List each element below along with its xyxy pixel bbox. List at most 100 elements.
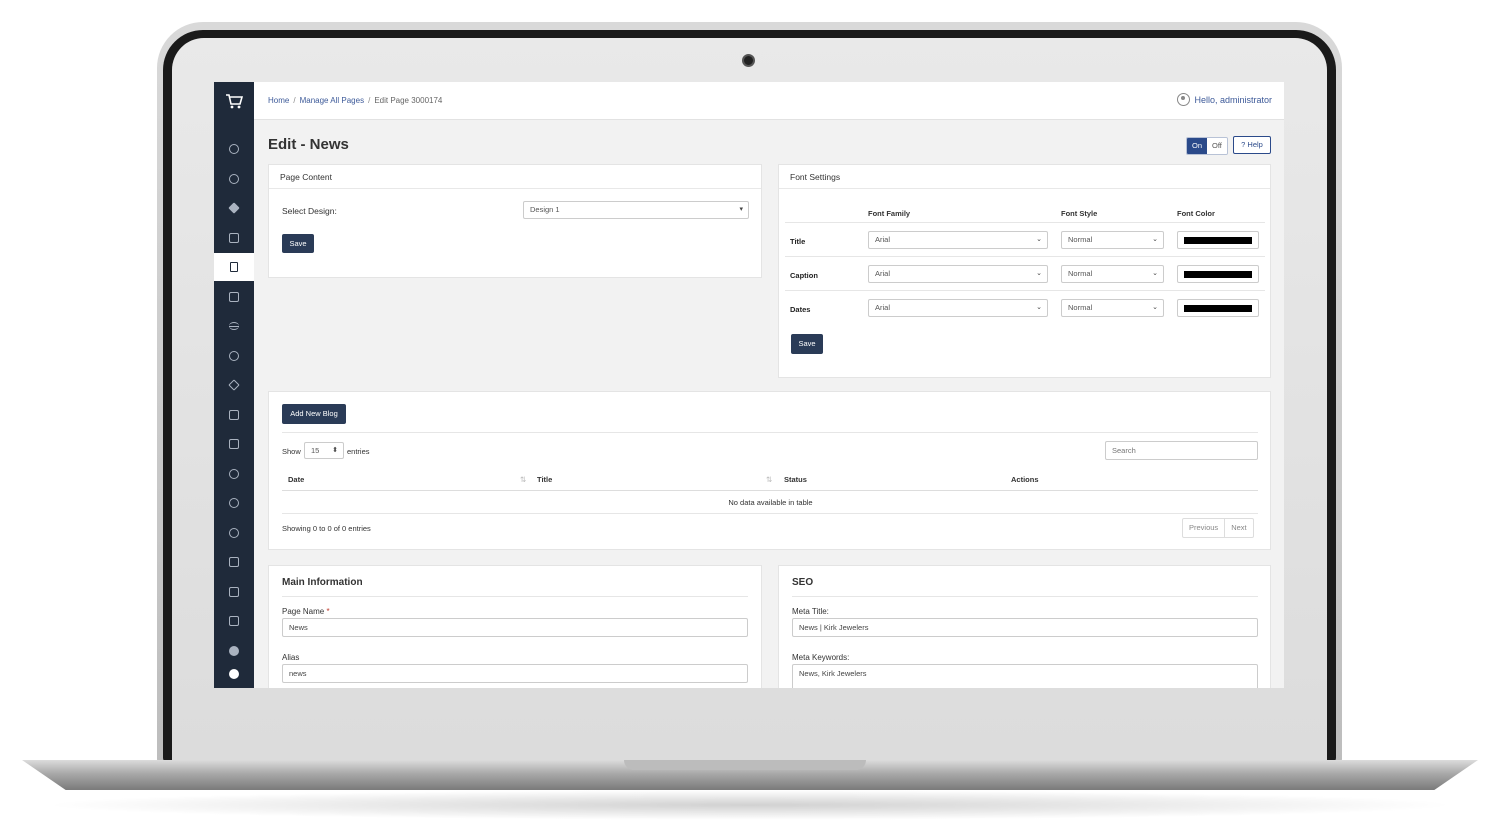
font-style-column: Font Style	[1061, 209, 1098, 218]
sidebar-item-blog[interactable]	[214, 401, 254, 429]
sidebar-item-jewelry[interactable]	[214, 371, 254, 399]
sidebar-item-design[interactable]	[214, 224, 254, 252]
top-bar: Home / Manage All Pages / Edit Page 3000174 …	[254, 82, 1284, 120]
status-toggle[interactable]: On Off	[1186, 137, 1228, 155]
status-column-header[interactable]: Status	[784, 475, 807, 484]
divider	[282, 432, 1258, 433]
caption-font-color-picker[interactable]	[1177, 265, 1259, 283]
page-name-input[interactable]: News	[282, 618, 748, 637]
meta-keywords-label: Meta Keywords:	[792, 653, 850, 662]
font-settings-card: Font Settings Font Family Font Style Fon…	[778, 164, 1271, 378]
font-row-caption-label: Caption	[790, 271, 818, 280]
divider	[282, 513, 1258, 514]
sidebar-item-products[interactable]	[214, 135, 254, 163]
breadcrumb-manage-pages[interactable]: Manage All Pages	[300, 96, 365, 105]
previous-page-button[interactable]: Previous	[1183, 519, 1224, 537]
sidebar-item-layers[interactable]	[214, 194, 254, 222]
entries-select[interactable]: 15 ⬍	[304, 442, 344, 459]
dates-font-style-select[interactable]: Normal ⌄	[1061, 299, 1164, 317]
font-row-title-label: Title	[790, 237, 806, 246]
table-info: Showing 0 to 0 of 0 entries	[282, 524, 371, 533]
updown-icon: ⬍	[332, 447, 338, 454]
user-icon	[229, 528, 239, 538]
caption-font-style-select[interactable]: Normal ⌄	[1061, 265, 1164, 283]
screen: Home / Manage All Pages / Edit Page 3000174 …	[214, 82, 1284, 688]
date-column-header[interactable]: Date	[288, 475, 304, 484]
dates-font-color-picker[interactable]	[1177, 299, 1259, 317]
divider	[785, 222, 1265, 223]
location-pin-icon	[229, 351, 239, 361]
sidebar-item-menu[interactable]	[214, 312, 254, 340]
sidebar-item-marketing[interactable]	[214, 430, 254, 458]
help-button[interactable]: ? Help	[1233, 136, 1271, 154]
color-swatch	[1184, 305, 1252, 312]
actions-column-header: Actions	[1011, 475, 1039, 484]
meta-keywords-textarea[interactable]: News, Kirk Jewelers	[792, 664, 1258, 688]
sidebar-item-store[interactable]	[214, 578, 254, 606]
sidebar-item-pages[interactable]	[214, 253, 254, 281]
chevron-down-icon: ⌄	[1036, 270, 1042, 277]
dates-font-family-select[interactable]: Arial ⌄	[868, 299, 1048, 317]
add-new-blog-button[interactable]: Add New Blog	[282, 404, 346, 424]
user-menu[interactable]: Hello, administrator	[1177, 93, 1272, 106]
sidebar-item-help[interactable]	[214, 489, 254, 517]
caption-font-style-value: Normal	[1068, 269, 1093, 278]
cart-logo-icon[interactable]	[214, 82, 254, 120]
font-settings-save-button[interactable]: Save	[791, 334, 823, 354]
laptop-notch	[624, 760, 866, 770]
page-name-label: Page Name *	[282, 607, 330, 616]
seo-card: SEO Meta Title: News | Kirk Jewelers Met…	[778, 565, 1271, 688]
page-icon	[230, 262, 238, 272]
blog-search-input[interactable]	[1105, 441, 1258, 460]
toggle-off[interactable]: Off	[1207, 138, 1227, 154]
color-swatch	[1184, 237, 1252, 244]
toggle-on[interactable]: On	[1187, 138, 1208, 154]
meta-title-input[interactable]: News | Kirk Jewelers	[792, 618, 1258, 637]
title-font-family-select[interactable]: Arial ⌄	[868, 231, 1048, 249]
megaphone-icon	[229, 439, 239, 449]
title-font-color-picker[interactable]	[1177, 231, 1259, 249]
divider	[282, 490, 1258, 491]
caret-down-icon: ▾	[739, 206, 743, 213]
sidebar-item-search[interactable]	[214, 165, 254, 193]
alias-input[interactable]: news	[282, 664, 748, 683]
breadcrumb-home[interactable]: Home	[268, 96, 289, 105]
camera-icon	[742, 54, 755, 67]
font-row-dates-label: Dates	[790, 305, 811, 314]
sort-icon[interactable]: ⇅	[520, 475, 526, 484]
sidebar-item-discounts[interactable]	[214, 460, 254, 488]
title-column-header[interactable]: Title	[537, 475, 552, 484]
next-page-button[interactable]: Next	[1224, 519, 1252, 537]
main-information-card: Main Information Page Name * News Alias …	[268, 565, 762, 688]
divider	[785, 290, 1265, 291]
sort-icon[interactable]: ⇅	[766, 475, 772, 484]
sidebar-item-logout[interactable]	[214, 660, 254, 688]
required-mark: *	[326, 607, 330, 616]
sidebar-item-users[interactable]	[214, 519, 254, 547]
search-icon	[229, 174, 239, 184]
form-icon	[229, 292, 239, 302]
entries-label: entries	[347, 447, 370, 456]
design-select[interactable]: Design 1 ▾	[523, 201, 749, 219]
sidebar-item-orders[interactable]	[214, 548, 254, 576]
page-name-label-text: Page Name	[282, 607, 325, 616]
title-font-style-select[interactable]: Normal ⌄	[1061, 231, 1164, 249]
sidebar-item-locations[interactable]	[214, 342, 254, 370]
crown-icon	[229, 646, 239, 656]
diamond-icon	[228, 379, 240, 391]
sidebar-item-customers[interactable]	[214, 607, 254, 635]
caption-font-family-select[interactable]: Arial ⌄	[868, 265, 1048, 283]
dates-font-style-value: Normal	[1068, 303, 1093, 312]
sidebar-item-forms[interactable]	[214, 283, 254, 311]
empty-table-message: No data available in table	[728, 498, 813, 507]
group-icon	[229, 616, 239, 626]
main-information-title: Main Information	[282, 577, 363, 588]
caption-font-family-value: Arial	[875, 269, 891, 278]
newspaper-icon	[229, 410, 239, 420]
brush-icon	[229, 233, 239, 243]
select-design-label: Select Design:	[282, 206, 337, 216]
page-content-save-button[interactable]: Save	[282, 234, 314, 253]
store-icon	[229, 587, 239, 597]
chevron-down-icon: ⌄	[1152, 270, 1158, 277]
page-content-header: Page Content	[269, 165, 761, 189]
